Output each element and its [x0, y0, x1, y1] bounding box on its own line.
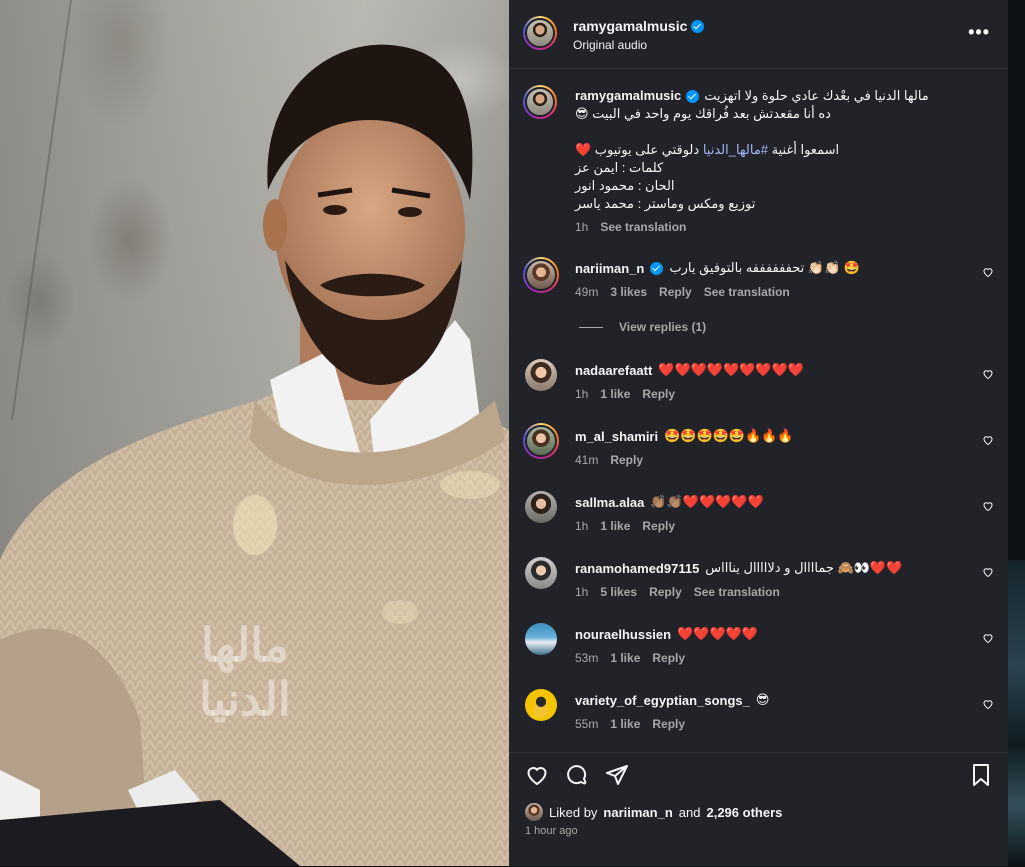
- comment-text: 🤩🤩🤩🤩🤩🔥🔥🔥: [664, 428, 794, 443]
- caption-line-6: توزيع ومكس وماستر : محمد ياسر: [575, 196, 756, 211]
- reply-button[interactable]: Reply: [652, 717, 685, 731]
- comment-item: variety_of_egyptian_songs_ 😎 55m 1 like …: [509, 687, 1008, 747]
- commenter-username[interactable]: nadaarefaatt: [575, 363, 652, 378]
- likes-count[interactable]: 2,296 others: [706, 805, 782, 820]
- caption-username[interactable]: ramygamalmusic: [575, 87, 681, 105]
- verified-badge-icon: [650, 261, 664, 275]
- comment-text: 👏🏽👏🏽❤️❤️❤️❤️❤️: [650, 494, 764, 509]
- commenter-avatar[interactable]: [523, 257, 559, 293]
- comment-time: 1h: [575, 519, 589, 533]
- commenter-username[interactable]: nouraelhussien: [575, 627, 671, 642]
- view-replies-button[interactable]: View replies (1): [579, 320, 706, 334]
- comment-item: nadaarefaatt ❤️❤️❤️❤️❤️❤️❤️❤️❤️ 1h 1 lik…: [509, 357, 1008, 417]
- comment-item: sallma.alaa 👏🏽👏🏽❤️❤️❤️❤️❤️ 1h 1 like Rep…: [509, 489, 1008, 549]
- see-translation-button[interactable]: See translation: [694, 585, 780, 599]
- commenter-avatar[interactable]: [525, 491, 557, 523]
- see-translation-button[interactable]: See translation: [704, 285, 790, 299]
- comment-time: 1h: [575, 585, 589, 599]
- comment-text: تحففففففه بالتوفيق يارب 👏🏻👏🏻 🤩: [669, 260, 861, 275]
- caption-meta: 1h See translation: [575, 220, 686, 234]
- like-heart-icon[interactable]: [525, 763, 549, 787]
- commenter-avatar[interactable]: [525, 689, 557, 721]
- caption-line-3: اسمعوا أغنية #مالها_الدنيا دلوقتي على يو…: [575, 142, 840, 157]
- liker-avatar[interactable]: [525, 803, 543, 821]
- reply-button[interactable]: Reply: [642, 519, 675, 533]
- comment-bubble-icon[interactable]: [565, 763, 589, 787]
- background-page-edge: [1008, 0, 1025, 866]
- comment-text: جماااال و دلااااال يناااس 🙈👀❤️❤️: [705, 560, 903, 575]
- comment-text: ❤️❤️❤️❤️❤️❤️❤️❤️❤️: [658, 362, 804, 377]
- caption-line-2: ده أنا مقعدتش بعد فُراقك يوم واحد في الب…: [575, 106, 831, 121]
- like-comment-heart-icon[interactable]: [982, 266, 994, 278]
- commenter-avatar[interactable]: [525, 623, 557, 655]
- comment-likes[interactable]: 1 like: [600, 387, 630, 401]
- like-comment-heart-icon[interactable]: [982, 500, 994, 512]
- like-comment-heart-icon[interactable]: [982, 632, 994, 644]
- caption-text: ramygamalmusic مالها الدنيا في بعْدك عاد…: [575, 87, 955, 213]
- post-header: ramygamalmusic Original audio •••: [509, 0, 1008, 69]
- comment-time: 55m: [575, 717, 599, 731]
- post-time: 1 hour ago: [525, 825, 578, 837]
- commenter-username[interactable]: nariiman_n: [575, 261, 644, 276]
- comment-item: m_al_shamiri 🤩🤩🤩🤩🤩🔥🔥🔥 41m Reply: [509, 423, 1008, 483]
- comment-likes[interactable]: 3 likes: [610, 285, 647, 299]
- commenter-username[interactable]: m_al_shamiri: [575, 429, 658, 444]
- share-paper-plane-icon[interactable]: [605, 763, 629, 787]
- commenter-avatar[interactable]: [523, 423, 559, 459]
- comment-text: ❤️❤️❤️❤️❤️: [677, 626, 759, 641]
- reply-button[interactable]: Reply: [610, 453, 643, 467]
- audio-label[interactable]: Original audio: [573, 38, 647, 52]
- likes-summary: Liked by nariiman_n and 2,296 others: [525, 803, 782, 821]
- comment-time: 41m: [575, 453, 599, 467]
- see-translation-button[interactable]: See translation: [600, 220, 686, 234]
- post-sidebar: ramygamalmusic Original audio ••• ramyga…: [509, 0, 1008, 866]
- comment-item: nouraelhussien ❤️❤️❤️❤️❤️ 53m 1 like Rep…: [509, 621, 1008, 681]
- hashtag-link[interactable]: #مالها_الدنيا: [703, 142, 768, 157]
- comment-likes[interactable]: 5 likes: [600, 585, 637, 599]
- reply-button[interactable]: Reply: [659, 285, 692, 299]
- commenter-avatar[interactable]: [525, 557, 557, 589]
- reply-button[interactable]: Reply: [642, 387, 675, 401]
- comment-time: 53m: [575, 651, 599, 665]
- reply-button[interactable]: Reply: [652, 651, 685, 665]
- commenter-username[interactable]: ranamohamed97115: [575, 561, 699, 576]
- divider-line: [579, 326, 603, 328]
- like-comment-heart-icon[interactable]: [982, 698, 994, 710]
- comment-time: 49m: [575, 285, 599, 299]
- post-media[interactable]: مالها الدنيا: [0, 0, 509, 866]
- media-watermark: مالها الدنيا: [199, 618, 291, 726]
- caption-line-5: الحان : محمود انور: [575, 178, 675, 193]
- comment-item: nariiman_n تحففففففه بالتوفيق يارب 👏🏻👏🏻 …: [509, 255, 1008, 315]
- caption-time: 1h: [575, 220, 589, 234]
- caption-line-1: مالها الدنيا في بعْدك عادي حلوة ولا اتهز…: [704, 88, 929, 103]
- liked-by-user[interactable]: nariiman_n: [603, 805, 672, 820]
- post-actions: Liked by nariiman_n and 2,296 others 1 h…: [509, 752, 1008, 867]
- save-bookmark-icon[interactable]: [969, 763, 993, 787]
- comment-likes[interactable]: 1 like: [610, 717, 640, 731]
- liked-and: and: [678, 804, 701, 820]
- comment-text: 😎: [755, 692, 770, 707]
- comment-likes[interactable]: 1 like: [600, 519, 630, 533]
- commenter-avatar[interactable]: [525, 359, 557, 391]
- caption-line-4: كلمات : ايمن عز: [575, 160, 664, 175]
- author-avatar[interactable]: [523, 16, 557, 50]
- like-comment-heart-icon[interactable]: [982, 566, 994, 578]
- comment-time: 1h: [575, 387, 589, 401]
- comments-scroll[interactable]: ramygamalmusic مالها الدنيا في بعْدك عاد…: [509, 69, 1008, 751]
- commenter-username[interactable]: sallma.alaa: [575, 495, 644, 510]
- commenter-username[interactable]: variety_of_egyptian_songs_: [575, 693, 750, 708]
- verified-badge-icon: [691, 19, 705, 33]
- comment-item: ranamohamed97115 جماااال و دلااااال يناا…: [509, 555, 1008, 615]
- like-comment-heart-icon[interactable]: [982, 434, 994, 446]
- verified-badge-icon: [686, 89, 700, 103]
- caption-avatar[interactable]: [523, 85, 557, 119]
- liked-by-prefix: Liked by: [549, 804, 598, 820]
- view-replies-label: View replies (1): [619, 320, 707, 334]
- like-comment-heart-icon[interactable]: [982, 368, 994, 380]
- author-username[interactable]: ramygamalmusic: [573, 18, 687, 34]
- portrait-figure: [0, 44, 509, 866]
- more-options-button[interactable]: •••: [968, 22, 990, 43]
- comment-likes[interactable]: 1 like: [610, 651, 640, 665]
- reply-button[interactable]: Reply: [649, 585, 682, 599]
